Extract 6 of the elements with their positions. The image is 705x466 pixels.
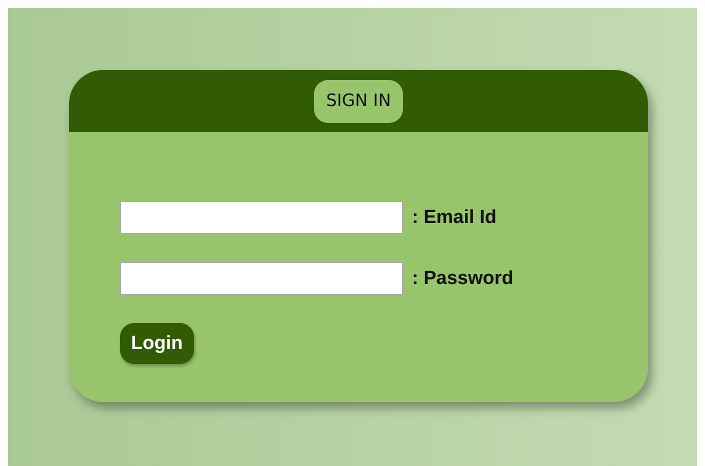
input-field[interactable] — [120, 201, 403, 234]
login-button[interactable]: Login — [120, 323, 194, 364]
field-label: : Email Id — [412, 206, 496, 228]
input-field[interactable] — [120, 262, 403, 295]
card-title: SIGN IN — [314, 80, 403, 122]
field-label: : Password — [412, 268, 514, 290]
